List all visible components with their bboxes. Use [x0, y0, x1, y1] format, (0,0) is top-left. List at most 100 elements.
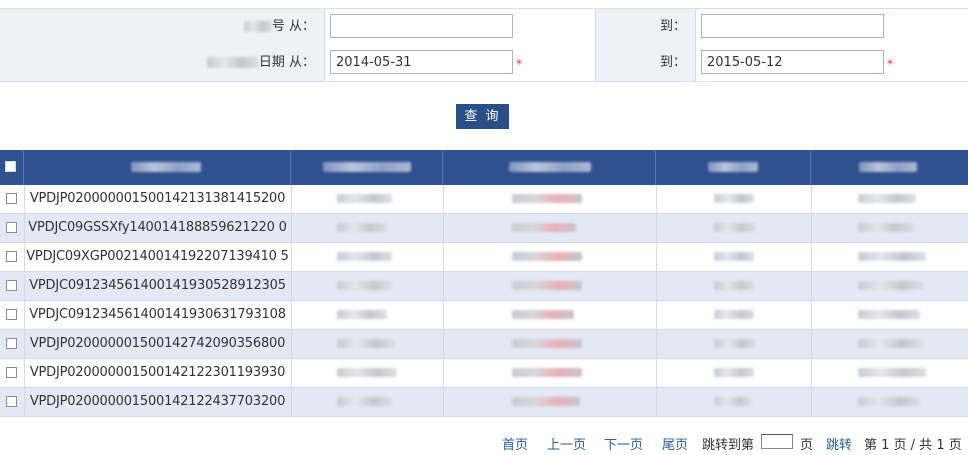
header-col-3[interactable]: [443, 150, 656, 185]
column-divider: [656, 301, 657, 329]
table-row[interactable]: VPDJP020000001500142122301193930: [0, 359, 968, 388]
row-id-cell: VPDJP020000001500142122437703200: [29, 394, 286, 409]
redacted-text: [337, 194, 392, 203]
first-page-link[interactable]: 首页: [502, 434, 528, 453]
number-from-label-text: 号 从：: [271, 19, 315, 34]
column-divider: [811, 359, 812, 387]
number-to-input[interactable]: [701, 14, 884, 38]
redacted-text: [512, 310, 574, 319]
row-id-cell: VPDJC09GSSXfy140014188859621220 0: [28, 220, 287, 235]
form-row-number: 号 从： 到：: [0, 8, 968, 46]
column-divider: [811, 214, 812, 242]
header-col-5[interactable]: [811, 150, 968, 185]
row-id-cell: VPDJP020000001500142122301193930: [29, 365, 286, 380]
redacted-text: [714, 223, 756, 232]
redacted-text: [512, 194, 582, 203]
header-col-4[interactable]: [656, 150, 811, 185]
column-divider: [291, 388, 292, 416]
table-row[interactable]: VPDJP020000001500142742090356800: [0, 330, 968, 359]
table-row[interactable]: VPDJC09GSSXfy140014188859621220 0: [0, 214, 968, 243]
column-divider: [656, 185, 657, 213]
table-row[interactable]: VPDJC09XGP002140014192207139410 5: [0, 243, 968, 272]
page-jump-input[interactable]: [761, 434, 793, 449]
date-from-label-text: 日期 从：: [258, 55, 315, 70]
required-mark: *: [516, 57, 522, 71]
table-row[interactable]: VPDJC091234561400141930631793108: [0, 301, 968, 330]
row-checkbox[interactable]: [6, 309, 17, 320]
row-id-cell: VPDJP020000001500142131381415200: [29, 191, 286, 206]
query-button[interactable]: 查 询: [456, 104, 509, 129]
number-from-cell: [325, 9, 596, 45]
date-to-input[interactable]: [701, 50, 884, 74]
jump-button[interactable]: 跳转: [826, 434, 852, 453]
column-divider: [291, 185, 292, 213]
redacted-text: [512, 397, 580, 406]
date-from-label: 日期 从：: [0, 45, 325, 81]
column-divider: [443, 272, 444, 300]
redacted-text: [858, 397, 920, 406]
header-check-cell: [0, 150, 24, 185]
column-divider: [291, 301, 292, 329]
redacted-text: [708, 162, 758, 172]
redacted-text: [858, 194, 916, 203]
date-from-input[interactable]: [330, 50, 513, 74]
row-checkbox[interactable]: [6, 193, 17, 204]
redacted-text: [714, 194, 754, 203]
column-divider: [443, 185, 444, 213]
redacted-text: [859, 162, 917, 172]
column-divider: [811, 243, 812, 271]
column-divider: [811, 185, 812, 213]
column-divider: [656, 214, 657, 242]
redacted-text: [858, 310, 920, 319]
redacted-text: [131, 162, 201, 172]
redacted-text: [512, 368, 582, 377]
row-checkbox[interactable]: [6, 396, 17, 407]
column-divider: [443, 214, 444, 242]
prev-page-link[interactable]: 上一页: [547, 434, 586, 453]
redacted-text: [714, 339, 756, 348]
column-divider: [811, 272, 812, 300]
number-to-label: 到：: [596, 9, 696, 45]
date-from-cell: *: [325, 45, 596, 81]
redacted-text: [858, 281, 924, 290]
row-checkbox[interactable]: [6, 367, 17, 378]
redacted-text: [243, 21, 272, 32]
redacted-text: [206, 57, 259, 68]
row-checkbox[interactable]: [6, 222, 17, 233]
redacted-text: [858, 368, 926, 377]
redacted-text: [337, 397, 392, 406]
row-checkbox[interactable]: [6, 338, 17, 349]
column-divider: [656, 359, 657, 387]
number-from-input[interactable]: [330, 14, 513, 38]
row-checkbox[interactable]: [6, 251, 17, 262]
redacted-text: [337, 281, 392, 290]
select-all-checkbox[interactable]: [5, 161, 16, 172]
column-divider: [656, 330, 657, 358]
redacted-text: [512, 223, 576, 232]
redacted-text: [337, 368, 397, 377]
table-row[interactable]: VPDJP020000001500142131381415200: [0, 185, 968, 214]
header-col-1[interactable]: [24, 150, 291, 185]
row-checkbox[interactable]: [6, 280, 17, 291]
redacted-text: [714, 281, 754, 290]
column-divider: [811, 388, 812, 416]
column-divider: [811, 330, 812, 358]
table-row[interactable]: VPDJC091234561400141930528912305: [0, 272, 968, 301]
redacted-text: [337, 310, 387, 319]
page-status: 第 1 页 / 共 1 页: [864, 438, 962, 453]
last-page-link[interactable]: 尾页: [662, 434, 688, 453]
header-col-2[interactable]: [291, 150, 443, 185]
column-divider: [291, 214, 292, 242]
number-from-label: 号 从：: [0, 9, 325, 45]
column-divider: [656, 388, 657, 416]
next-page-link[interactable]: 下一页: [604, 434, 643, 453]
redacted-text: [714, 368, 754, 377]
redacted-text: [858, 252, 926, 261]
row-id-cell: VPDJC09XGP002140014192207139410 5: [26, 249, 289, 264]
column-divider: [291, 243, 292, 271]
column-divider: [443, 359, 444, 387]
row-id-cell: VPDJC091234561400141930631793108: [29, 307, 286, 322]
redacted-text: [858, 223, 914, 232]
redacted-text: [337, 252, 392, 261]
table-row[interactable]: VPDJP020000001500142122437703200: [0, 388, 968, 417]
